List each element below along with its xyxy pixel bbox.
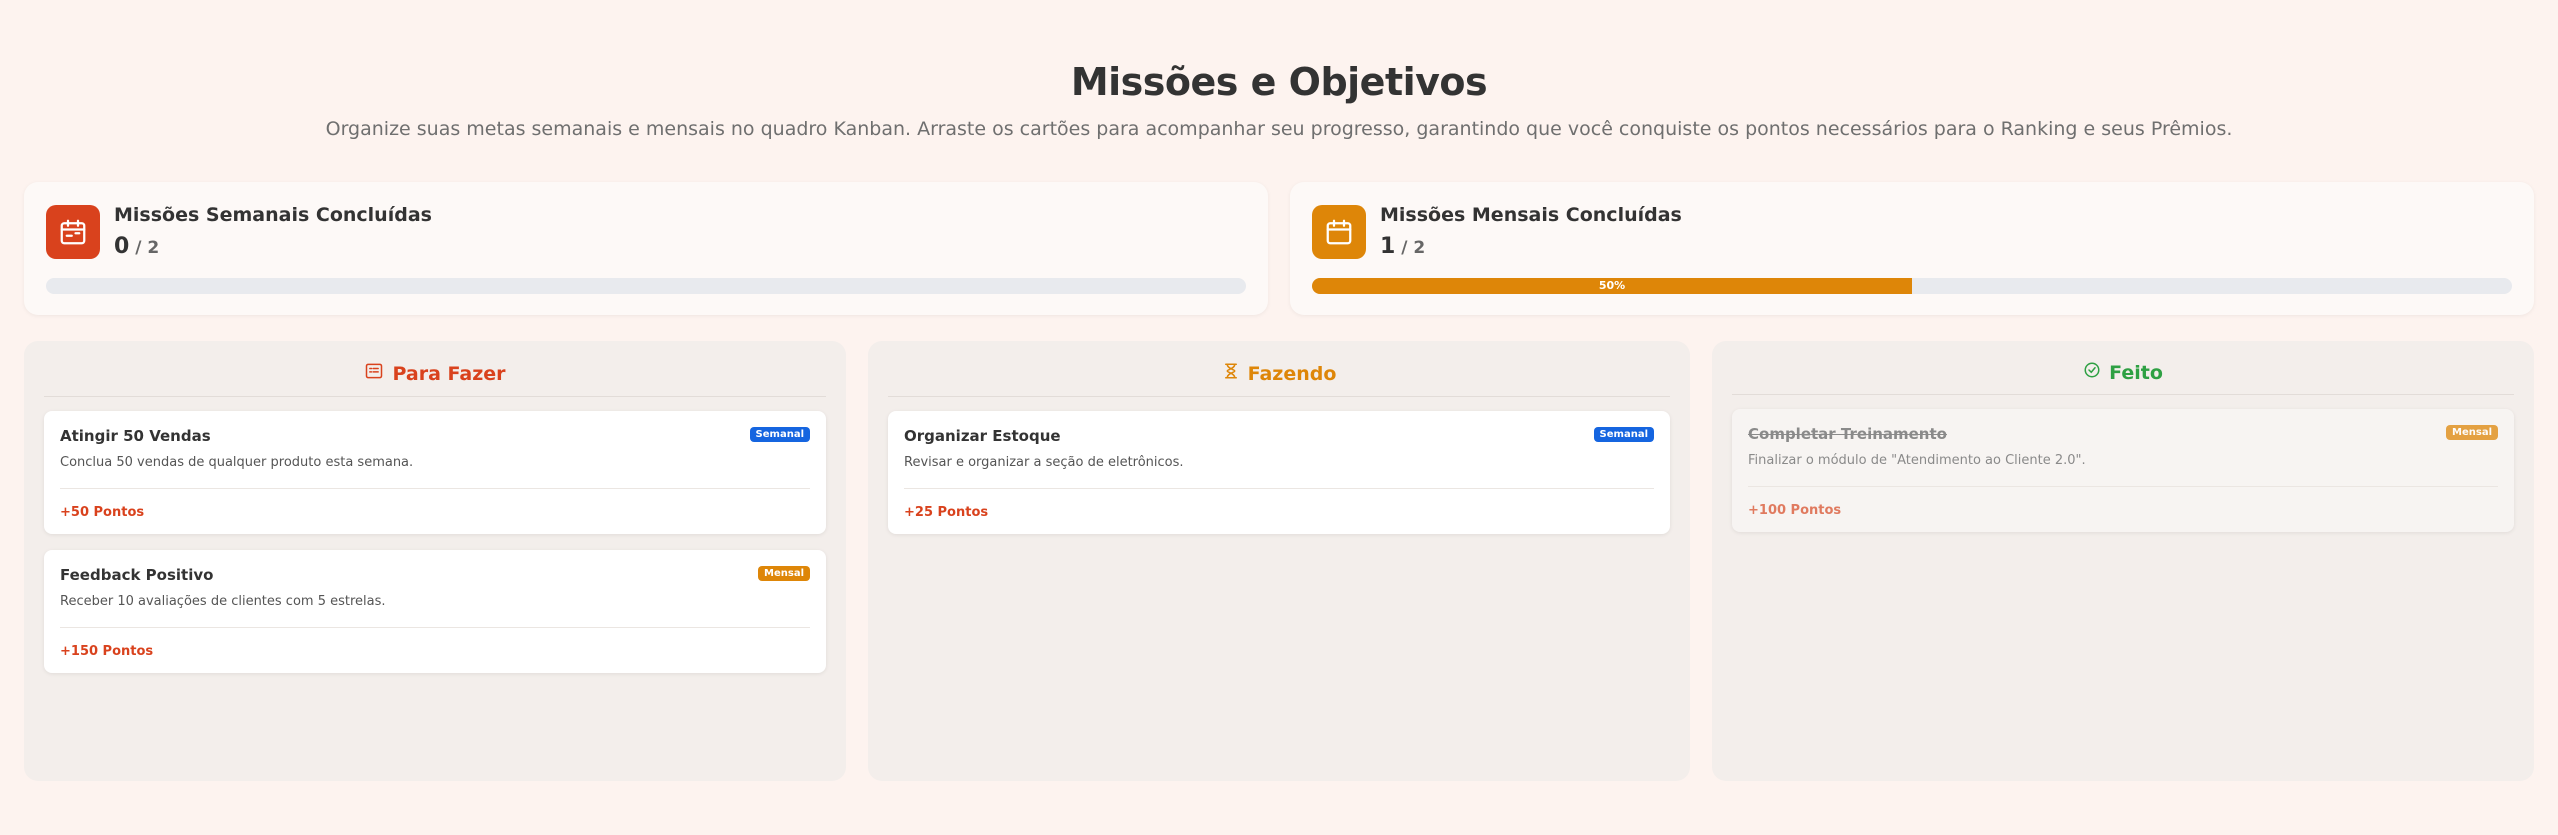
column-done-header: Feito [1732,361,2514,395]
card-points: +100 Pontos [1748,503,1842,518]
column-done-title: Feito [2109,361,2163,384]
column-todo-title: Para Fazer [392,362,506,385]
type-badge: Semanal [1593,427,1654,442]
mission-card[interactable]: Organizar Estoque Semanal Revisar e orga… [888,411,1670,534]
list-icon [364,361,384,386]
card-title: Feedback Positivo [60,566,214,584]
stats-row: Missões Semanais Concluídas 0 / 2 Missõe… [24,182,2534,315]
weekly-stat-card: Missões Semanais Concluídas 0 / 2 [24,182,1268,315]
page-subtitle: Organize suas metas semanais e mensais n… [325,118,2233,140]
type-badge: Mensal [2446,425,2498,440]
column-doing: Fazendo Organizar Estoque Semanal Revisa… [868,341,1690,781]
type-badge: Mensal [758,566,810,581]
card-description: Receber 10 avaliações de clientes com 5 … [60,594,386,609]
page-header: Missões e Objetivos Organize suas metas … [0,0,2558,140]
calendar-week-icon [46,204,100,259]
monthly-stat-count: 1 / 2 [1380,234,1426,259]
column-doing-header: Fazendo [888,361,1670,397]
card-title: Completar Treinamento [1748,425,1947,443]
column-doing-title: Fazendo [1247,362,1337,385]
card-title: Organizar Estoque [904,427,1061,445]
weekly-stat-count: 0 / 2 [114,234,160,259]
monthly-stat-title: Missões Mensais Concluídas [1380,204,1682,226]
card-title: Atingir 50 Vendas [60,427,211,445]
hourglass-icon [1222,361,1240,386]
weekly-stat-title: Missões Semanais Concluídas [114,204,432,226]
weekly-progress-bar [46,278,1246,294]
monthly-progress-fill: 50% [1312,278,1912,294]
card-description: Revisar e organizar a seção de eletrônic… [904,455,1184,470]
mission-card[interactable]: Feedback Positivo Mensal Receber 10 aval… [44,550,826,673]
page-title: Missões e Objetivos [1070,60,1488,104]
card-points: +25 Pontos [904,505,989,520]
column-todo: Para Fazer Atingir 50 Vendas Semanal Con… [24,341,846,781]
card-points: +150 Pontos [60,644,154,659]
kanban-board: Para Fazer Atingir 50 Vendas Semanal Con… [24,341,2534,781]
check-circle-icon [2083,361,2101,384]
mission-card[interactable]: Completar Treinamento Mensal Finalizar o… [1732,409,2514,532]
card-description: Finalizar o módulo de "Atendimento ao Cl… [1748,453,2086,468]
card-description: Conclua 50 vendas de qualquer produto es… [60,455,414,470]
card-points: +50 Pontos [60,505,145,520]
monthly-progress-bar: 50% [1312,278,2512,294]
monthly-stat-card: Missões Mensais Concluídas 1 / 2 50% [1290,182,2534,315]
calendar-icon [1312,204,1366,259]
column-done: Feito Completar Treinamento Mensal Final… [1712,341,2534,781]
type-badge: Semanal [749,427,810,442]
column-todo-header: Para Fazer [44,361,826,397]
mission-card[interactable]: Atingir 50 Vendas Semanal Conclua 50 ven… [44,411,826,534]
